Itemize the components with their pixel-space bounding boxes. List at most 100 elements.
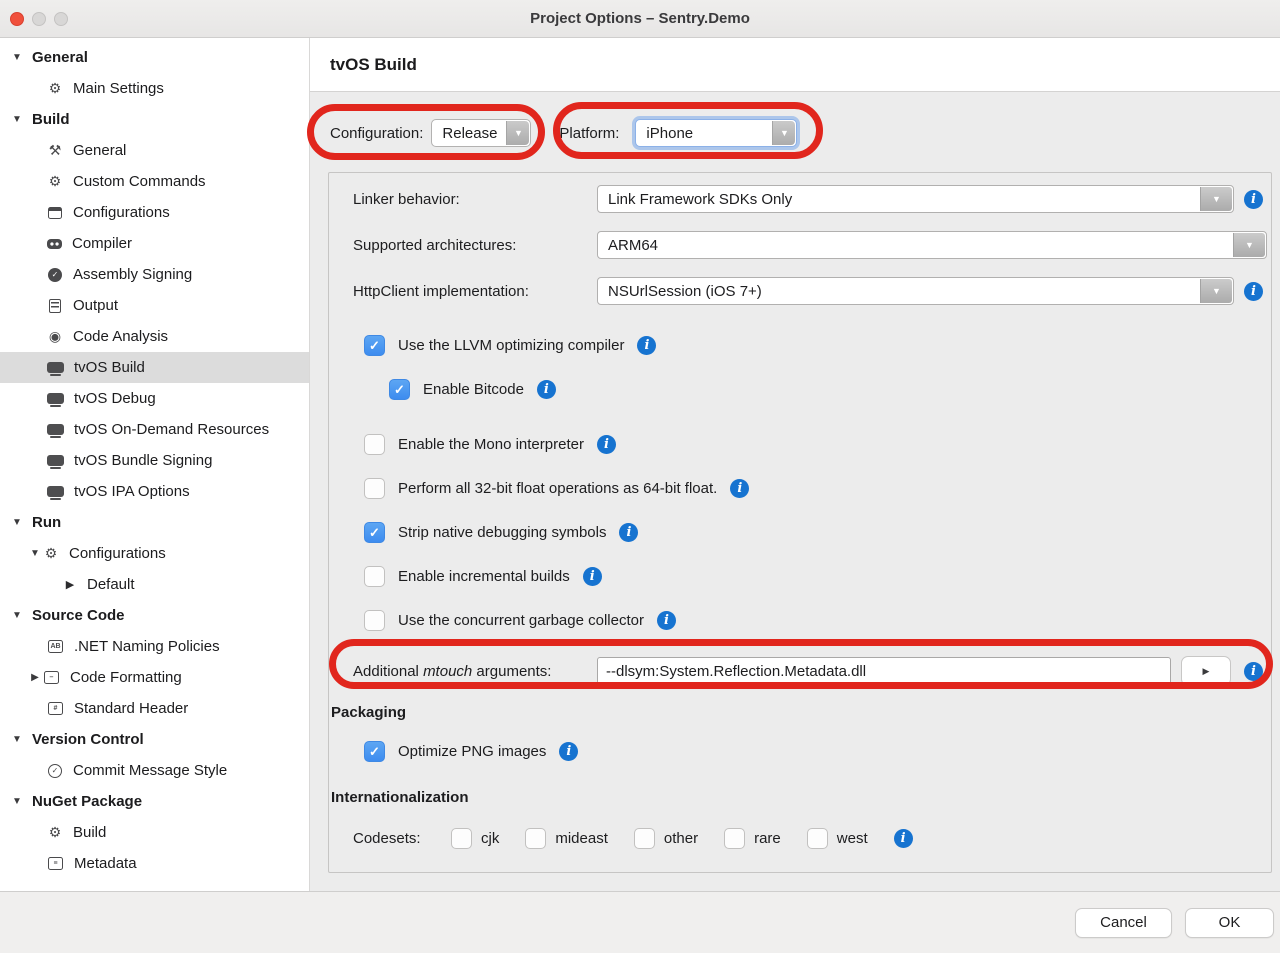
info-icon[interactable]: i: [537, 380, 556, 399]
chevron-down-icon[interactable]: ▼: [506, 121, 529, 145]
sidebar-item-standard-header[interactable]: #Standard Header: [0, 693, 309, 724]
checkbox[interactable]: ✓: [364, 741, 385, 762]
badge-icon: ✓: [48, 268, 62, 282]
sidebar-item-version-control[interactable]: ▼Version Control: [0, 724, 309, 755]
sidebar-item-label: Metadata: [74, 855, 137, 872]
platform-value: iPhone: [646, 125, 693, 142]
checkbox[interactable]: [364, 478, 385, 499]
checkmark-icon: ✓: [369, 745, 380, 758]
sidebar-item-tvos-build[interactable]: tvOS Build: [0, 352, 309, 383]
checkbox[interactable]: [525, 828, 546, 849]
sidebar-item-code-analysis[interactable]: ◉Code Analysis: [0, 321, 309, 352]
info-icon[interactable]: i: [619, 523, 638, 542]
sidebar-item-label: Commit Message Style: [73, 762, 227, 779]
info-icon[interactable]: i: [583, 567, 602, 586]
cancel-button[interactable]: Cancel: [1075, 908, 1172, 938]
checkbox[interactable]: ✓: [389, 379, 410, 400]
window-controls: [10, 12, 68, 26]
robot-icon: [47, 239, 62, 249]
chevron-down-icon[interactable]: ▼: [10, 52, 24, 63]
checkbox[interactable]: [634, 828, 655, 849]
checkbox[interactable]: [364, 566, 385, 587]
chevron-down-icon[interactable]: ▼: [28, 548, 42, 559]
checkbox[interactable]: [451, 828, 472, 849]
checkmark-icon: ✓: [369, 339, 380, 352]
checkbox[interactable]: [724, 828, 745, 849]
info-icon[interactable]: i: [1244, 662, 1263, 681]
chevron-down-icon[interactable]: ▼: [10, 796, 24, 807]
sidebar-item-source-code[interactable]: ▼ Source Code: [0, 600, 309, 631]
chevron-down-icon[interactable]: ▼: [10, 517, 24, 528]
chevron-down-icon[interactable]: ▼: [10, 114, 24, 125]
chevron-down-icon[interactable]: ▼: [1233, 233, 1265, 257]
sidebar-item-metadata[interactable]: ≡Metadata: [0, 848, 309, 879]
mtouch-arguments-input[interactable]: [597, 657, 1171, 686]
info-icon[interactable]: i: [637, 336, 656, 355]
checkbox-label: Enable the Mono interpreter: [398, 436, 584, 453]
info-icon[interactable]: i: [894, 829, 913, 848]
sidebar-item-commit-message-style[interactable]: ✓Commit Message Style: [0, 755, 309, 786]
checkbox[interactable]: ✓: [364, 335, 385, 356]
checkbox-row-use-the-concurrent-garbage-collector: Use the concurrent garbage collectori: [364, 598, 1263, 642]
info-icon[interactable]: i: [1244, 190, 1263, 209]
checkbox[interactable]: [807, 828, 828, 849]
chevron-down-icon[interactable]: ▼: [1200, 279, 1232, 303]
packaging-rows: ✓Optimize PNG imagesi: [353, 729, 1263, 773]
codesets-label: Codesets:: [353, 830, 451, 847]
chevron-down-icon[interactable]: ▼: [1200, 187, 1232, 211]
sidebar-item-compiler[interactable]: Compiler: [0, 228, 309, 259]
minimize-button[interactable]: [32, 12, 46, 26]
sidebar-item-default[interactable]: ▶Default: [0, 569, 309, 600]
ab-icon: AB: [48, 640, 63, 653]
sidebar-item-configurations[interactable]: Configurations: [0, 197, 309, 228]
sidebar-item-run[interactable]: ▼Run: [0, 507, 309, 538]
checkbox[interactable]: [364, 610, 385, 631]
sidebar-item-code-formatting[interactable]: ▶–Code Formatting: [0, 662, 309, 693]
codeset-label: west: [837, 830, 868, 847]
sidebar-item-configurations[interactable]: ▼⚙Configurations: [0, 538, 309, 569]
chevron-down-icon[interactable]: ▼: [772, 121, 795, 145]
close-button[interactable]: [10, 12, 24, 26]
sidebar-item-label: General: [32, 49, 88, 66]
sidebar-item-build[interactable]: ⚙Build: [0, 817, 309, 848]
sidebar-item-tvos-debug[interactable]: tvOS Debug: [0, 383, 309, 414]
chevron-down-icon[interactable]: ▼: [10, 610, 24, 621]
sidebar-item-main-settings[interactable]: ⚙Main Settings: [0, 73, 309, 104]
sidebar-item-tvos-bundle-signing[interactable]: tvOS Bundle Signing: [0, 445, 309, 476]
chevron-down-icon[interactable]: ▼: [10, 734, 24, 745]
zoom-button[interactable]: [54, 12, 68, 26]
sidebar-item-general[interactable]: ▼ General: [0, 42, 309, 73]
field-label: Supported architectures:: [353, 237, 597, 254]
sidebar-item-output[interactable]: Output: [0, 290, 309, 321]
sidebar-item-label: Default: [87, 576, 135, 593]
tv-icon: [47, 362, 64, 373]
info-icon[interactable]: i: [1244, 282, 1263, 301]
sidebar-item-general[interactable]: ⚒General: [0, 135, 309, 166]
sidebar-item-build[interactable]: ▼Build: [0, 104, 309, 135]
sidebar-item-nuget-package[interactable]: ▼NuGet Package: [0, 786, 309, 817]
sidebar-item-label: Standard Header: [74, 700, 188, 717]
mtouch-arguments-label: Additional mtouch arguments:: [353, 663, 597, 680]
sidebar-item-tvos-ipa-options[interactable]: tvOS IPA Options: [0, 476, 309, 507]
ok-button[interactable]: OK: [1185, 908, 1274, 938]
chevron-right-icon[interactable]: ▶: [28, 672, 42, 683]
sidebar-item-net-naming-policies[interactable]: AB.NET Naming Policies: [0, 631, 309, 662]
sidebar-item-assembly-signing[interactable]: ✓Assembly Signing: [0, 259, 309, 290]
platform-select[interactable]: iPhone ▼: [635, 119, 797, 147]
info-icon[interactable]: i: [657, 611, 676, 630]
sidebar-item-label: tvOS IPA Options: [74, 483, 190, 500]
sidebar-item-custom-commands[interactable]: ⚙Custom Commands: [0, 166, 309, 197]
dropdown-httpclient-implementation[interactable]: NSUrlSession (iOS 7+)▼: [597, 277, 1234, 305]
configuration-toolbar: Configuration: Release ▼ Platform: iPhon…: [310, 106, 1280, 160]
checkbox[interactable]: [364, 434, 385, 455]
configuration-select[interactable]: Release ▼: [431, 119, 531, 147]
dropdown-supported-architectures[interactable]: ARM64▼: [597, 231, 1267, 259]
info-icon[interactable]: i: [597, 435, 616, 454]
run-arguments-button[interactable]: ▶: [1181, 656, 1231, 686]
info-icon[interactable]: i: [730, 479, 749, 498]
sidebar-item-label: Source Code: [32, 607, 125, 624]
dropdown-linker-behavior[interactable]: Link Framework SDKs Only▼: [597, 185, 1234, 213]
info-icon[interactable]: i: [559, 742, 578, 761]
sidebar-item-tvos-on-demand-resources[interactable]: tvOS On-Demand Resources: [0, 414, 309, 445]
checkbox[interactable]: ✓: [364, 522, 385, 543]
